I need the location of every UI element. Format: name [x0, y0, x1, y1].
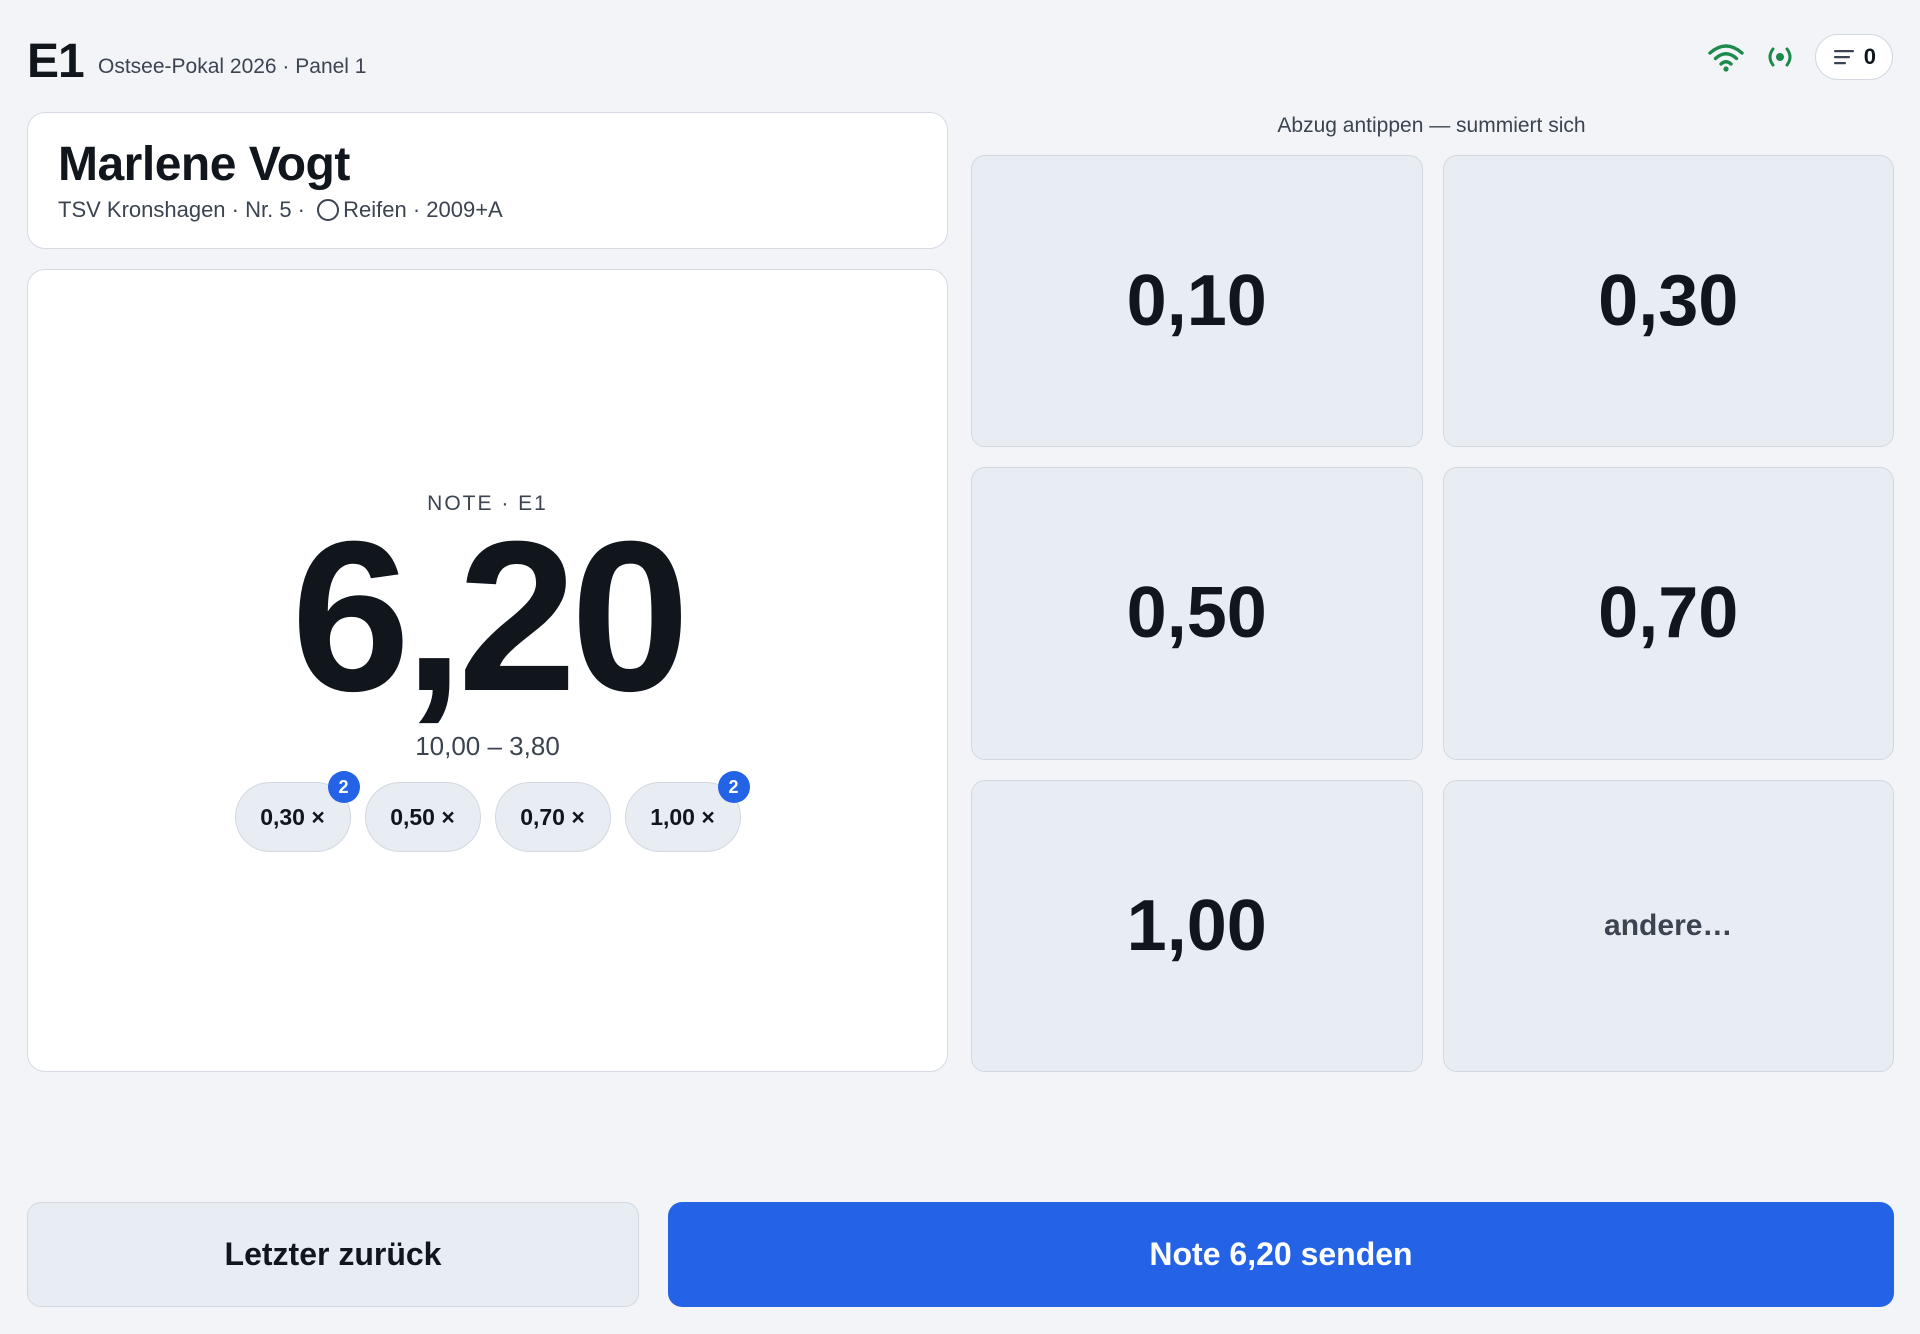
score-value: 6,20 — [291, 497, 690, 736]
chip-label: 0,30 × — [260, 803, 325, 830]
deduction-button-0-30[interactable]: 0,30 — [1442, 155, 1894, 448]
deduction-button-0-70[interactable]: 0,70 — [1442, 467, 1894, 760]
chip-label: 0,50 × — [390, 803, 455, 830]
competition-subtitle: Ostsee-Pokal 2026 · Panel 1 — [98, 55, 367, 78]
send-score-button[interactable]: Note 6,20 senden — [668, 1202, 1894, 1307]
chip-count-badge: 2 — [327, 771, 360, 803]
athlete-card: Marlene Vogt TSV Kronshagen · Nr. 5 · Re… — [27, 112, 948, 249]
deduction-chip[interactable]: 0,30 × 2 — [234, 771, 360, 852]
chip-label: 0,70 × — [520, 803, 585, 830]
chip-count-badge: 2 — [717, 771, 750, 803]
athlete-name: Marlene Vogt — [58, 138, 350, 191]
score-formula: 10,00 – 3,80 — [415, 731, 560, 761]
deduction-chip[interactable]: 1,00 × 2 — [624, 771, 750, 852]
deduction-button-0-50[interactable]: 0,50 — [971, 467, 1423, 760]
live-icon — [1768, 47, 1792, 67]
panel-id: E1 — [27, 35, 85, 88]
deduction-button-0-10[interactable]: 0,10 — [971, 155, 1423, 448]
deduction-chips: 0,30 × 2 0,50 × 0,70 × 1,00 × 2 — [28, 771, 947, 852]
deduction-button-other[interactable]: andere… — [1442, 779, 1894, 1072]
queue-list-icon — [1833, 50, 1854, 65]
deduction-grid: 0,10 0,30 0,50 0,70 1,00 andere… — [971, 155, 1894, 1072]
deduction-chip[interactable]: 0,70 × — [494, 782, 611, 852]
undo-last-button[interactable]: Letzter zurück — [27, 1202, 639, 1307]
athlete-category: · 2009+A — [406, 197, 503, 222]
athlete-meta: TSV Kronshagen · Nr. 5 · Reifen · 2009+A — [58, 197, 503, 223]
athlete-apparatus: Reifen — [343, 197, 407, 222]
wifi-icon — [1708, 44, 1744, 72]
score-card: NOTE · E1 6,20 10,00 – 3,80 0,30 × 2 0,5… — [27, 269, 948, 1072]
chip-label: 1,00 × — [650, 803, 715, 830]
status-bar: 0 — [1707, 34, 1893, 80]
queue-count: 0 — [1863, 44, 1876, 69]
deduction-chip[interactable]: 0,50 × — [364, 782, 481, 852]
header: E1 Ostsee-Pokal 2026 · Panel 1 0 — [27, 30, 1893, 90]
deduction-hint: Abzug antippen — summiert sich — [1277, 114, 1586, 137]
athlete-club-number: TSV Kronshagen · Nr. 5 · — [58, 197, 312, 222]
hoop-icon — [317, 199, 340, 221]
queue-button[interactable]: 0 — [1814, 34, 1893, 80]
deduction-button-1-00[interactable]: 1,00 — [971, 779, 1423, 1072]
